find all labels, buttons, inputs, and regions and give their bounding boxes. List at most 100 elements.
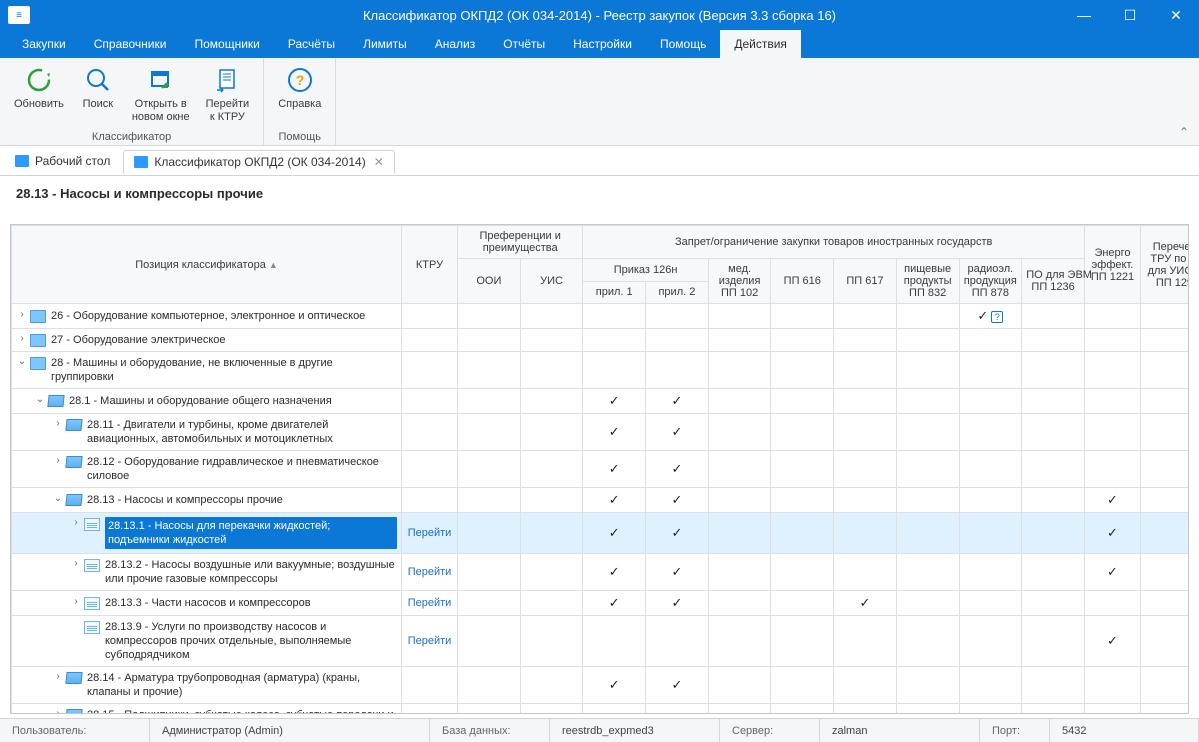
check-icon: ✓ <box>609 677 620 692</box>
expand-icon[interactable]: › <box>52 418 64 429</box>
menu-item[interactable]: Лимиты <box>349 30 421 58</box>
svg-text:?: ? <box>295 72 304 88</box>
menu-item[interactable]: Помощники <box>180 30 273 58</box>
col-preferences[interactable]: Преференции и преимущества <box>458 226 583 259</box>
table-row[interactable]: ⌄28.1 - Машины и оборудование общего наз… <box>12 389 1190 414</box>
check-icon: ✓ <box>609 424 620 439</box>
check-icon: ✓ <box>977 308 988 323</box>
ktru-link[interactable]: Перейти <box>408 597 452 609</box>
row-label: 26 - Оборудование компьютерное, электрон… <box>51 309 365 323</box>
col-evm[interactable]: ПО для ЭВМ ПП 1236 <box>1022 259 1085 304</box>
open-window-icon <box>145 64 177 96</box>
status-db: reestrdb_expmed3 <box>562 725 654 737</box>
collapse-icon[interactable]: ⌄ <box>16 356 28 367</box>
maximize-button[interactable]: ☐ <box>1107 0 1153 30</box>
title-bar: ≡ Классификатор ОКПД2 (ОК 034-2014) - Ре… <box>0 0 1199 30</box>
refresh-button[interactable]: Обновить <box>6 62 72 129</box>
table-row[interactable]: 28.13.9 - Услуги по производству насосов… <box>12 616 1190 667</box>
table-row[interactable]: › 28.13.3 - Части насосов и компрессоров П… <box>12 591 1190 616</box>
check-icon: ✓ <box>1107 525 1118 540</box>
row-label: 28.12 - Оборудование гидравлическое и пн… <box>87 455 397 483</box>
check-icon: ✓ <box>609 393 620 408</box>
row-label: 28.13.3 - Части насосов и компрессоров <box>105 596 311 610</box>
col-med[interactable]: мед. изделия ПП 102 <box>708 259 771 304</box>
folder-open-icon <box>65 672 82 684</box>
menu-item[interactable]: Настройки <box>559 30 646 58</box>
expand-icon[interactable]: › <box>16 333 28 344</box>
info-badge-icon[interactable]: ? <box>991 311 1003 323</box>
table-row[interactable]: ⌄28 - Машины и оборудование, не включенн… <box>12 352 1190 389</box>
check-icon: ✓ <box>1107 492 1118 507</box>
ktru-link[interactable]: Перейти <box>408 527 452 539</box>
open-new-window-button[interactable]: Открыть в новом окне <box>124 62 198 129</box>
expand-icon[interactable]: › <box>70 596 82 607</box>
menu-item[interactable]: Расчёты <box>274 30 349 58</box>
col-uis[interactable]: УИС <box>520 259 583 304</box>
check-icon: ✓ <box>609 525 620 540</box>
minimize-button[interactable]: — <box>1061 0 1107 30</box>
col-position[interactable]: Позиция классификатора▲ <box>12 226 402 304</box>
expand-icon[interactable]: › <box>70 517 82 528</box>
status-server: zalman <box>832 725 867 737</box>
menu-item[interactable]: Отчёты <box>489 30 559 58</box>
collapse-icon[interactable]: ⌄ <box>52 493 64 504</box>
check-icon: ✓ <box>609 595 620 610</box>
ktru-link[interactable]: Перейти <box>408 635 452 647</box>
col-ooi[interactable]: ООИ <box>458 259 521 304</box>
folder-open-icon <box>65 419 82 431</box>
check-icon: ✓ <box>671 393 682 408</box>
menu-item[interactable]: Действия <box>720 30 801 58</box>
menu-item[interactable]: Справочники <box>80 30 181 58</box>
table-row[interactable]: ›28.14 - Арматура трубопроводная (армату… <box>12 667 1190 704</box>
col-energy[interactable]: Энерго эффект. ПП 1221 <box>1085 226 1141 304</box>
expand-icon[interactable]: › <box>52 708 64 714</box>
ribbon-collapse-button[interactable]: ⌃ <box>1179 125 1189 139</box>
expand-icon[interactable]: › <box>70 558 82 569</box>
table-row[interactable]: ›28.13.2 - Насосы воздушные или вакуумны… <box>12 554 1190 591</box>
folder-open-icon <box>65 456 82 468</box>
table-row[interactable]: ›28.15 - Подшипники, зубчатые колеса, зу… <box>12 704 1190 715</box>
check-icon: ✓ <box>671 424 682 439</box>
col-ban-group[interactable]: Запрет/ограничение закупки товаров иност… <box>583 226 1085 259</box>
table-row[interactable]: ›28.11 - Двигатели и турбины, кроме двиг… <box>12 414 1190 451</box>
page-title: 28.13 - Насосы и компрессоры прочие <box>0 176 1199 207</box>
document-icon <box>84 621 100 634</box>
col-616[interactable]: ПП 616 <box>771 259 834 304</box>
status-bar: Пользователь: Администратор (Admin) База… <box>0 718 1199 742</box>
table-row[interactable]: ›28.13.1 - Насосы для перекачки жидкосте… <box>12 513 1190 554</box>
expand-icon[interactable]: › <box>16 309 28 320</box>
window-title: Классификатор ОКПД2 (ОК 034-2014) - Реес… <box>0 8 1199 23</box>
help-button[interactable]: ? Справка <box>270 62 329 129</box>
ktru-link[interactable]: Перейти <box>408 566 452 578</box>
document-tabs: Рабочий стол Классификатор ОКПД2 (ОК 034… <box>0 146 1199 176</box>
row-label: 28.13 - Насосы и компрессоры прочие <box>87 493 283 507</box>
col-ktru[interactable]: КТРУ <box>402 226 458 304</box>
check-icon: ✓ <box>671 564 682 579</box>
search-button[interactable]: Поиск <box>72 62 124 129</box>
col-radio[interactable]: радиоэл. продукция ПП 878 <box>959 259 1022 304</box>
close-button[interactable]: ✕ <box>1153 0 1199 30</box>
table-row[interactable]: › 28.12 - Оборудование гидравлическое и п… <box>12 451 1190 488</box>
goto-ktru-button[interactable]: Перейти к КТРУ <box>198 62 258 129</box>
expand-icon[interactable]: › <box>52 671 64 682</box>
collapse-icon[interactable]: ⌄ <box>34 394 46 405</box>
col-tru[interactable]: Перечень ТРУ по ЕИ для УИС по ПП 1292 <box>1141 226 1190 304</box>
check-icon: ✓ <box>671 461 682 476</box>
col-food[interactable]: пищевые продукты ПП 832 <box>896 259 959 304</box>
col-pril1[interactable]: прил. 1 <box>583 281 646 304</box>
data-grid[interactable]: Позиция классификатора▲ КТРУ Преференции… <box>10 224 1189 714</box>
refresh-icon <box>23 64 55 96</box>
table-row[interactable]: ›27 - Оборудование электрическое <box>12 329 1190 352</box>
tab-classifier[interactable]: Классификатор ОКПД2 (ОК 034-2014) ✕ <box>123 150 394 174</box>
col-order126[interactable]: Приказ 126н <box>583 259 708 282</box>
menu-item[interactable]: Анализ <box>421 30 490 58</box>
expand-icon[interactable]: › <box>52 455 64 466</box>
col-pril2[interactable]: прил. 2 <box>646 281 709 304</box>
col-617[interactable]: ПП 617 <box>834 259 897 304</box>
menu-item[interactable]: Закупки <box>8 30 80 58</box>
table-row[interactable]: › 26 - Оборудование компьютерное, электро… <box>12 304 1190 329</box>
menu-item[interactable]: Помощь <box>646 30 720 58</box>
tab-close-icon[interactable]: ✕ <box>374 155 384 169</box>
tab-desktop[interactable]: Рабочий стол <box>4 149 121 173</box>
table-row[interactable]: ⌄28.13 - Насосы и компрессоры прочие✓✓✓ <box>12 488 1190 513</box>
